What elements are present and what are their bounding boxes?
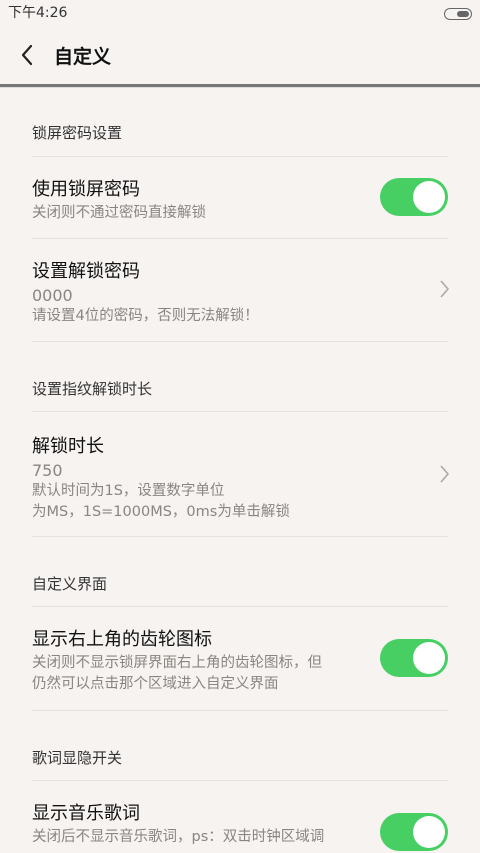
chevron-right-icon xyxy=(440,280,450,298)
chevron-right-icon xyxy=(440,465,450,483)
settings-list: 锁屏密码设置 使用锁屏密码 关闭则不通过密码直接解锁 设置解锁密码 0000 请… xyxy=(0,88,480,851)
row-unlock-duration[interactable]: 解锁时长 750 默认时间为1S，设置数字单位 为MS，1S=1000MS，0m… xyxy=(0,412,480,536)
toggle-knob xyxy=(413,816,445,848)
toggle-knob xyxy=(413,181,445,213)
row-set-unlock-password[interactable]: 设置解锁密码 0000 请设置4位的密码，否则无法解锁！ xyxy=(0,239,480,341)
row-subtitle-line2: 仍然可以点击那个区域进入自定义界面 xyxy=(32,676,279,692)
row-subtitle: 请设置4位的密码，否则无法解锁！ xyxy=(32,308,259,324)
battery-icon xyxy=(444,8,472,20)
status-time: 下午4:26 xyxy=(8,5,68,21)
gear-icon-toggle[interactable] xyxy=(380,639,448,677)
row-title: 解锁时长 xyxy=(32,436,104,457)
section-header-lock: 锁屏密码设置 xyxy=(32,124,123,142)
page-title: 自定义 xyxy=(54,45,112,68)
back-arrow-icon xyxy=(21,44,33,66)
status-bar: 下午4:26 xyxy=(0,0,480,26)
section-header-custom: 自定义界面 xyxy=(32,575,108,593)
use-lock-toggle[interactable] xyxy=(380,178,448,216)
row-show-lyrics[interactable]: 显示音乐歌词 关闭后不显示音乐歌词，ps：双击时钟区域调 xyxy=(0,781,480,851)
row-show-gear-icon[interactable]: 显示右上角的齿轮图标 关闭则不显示锁屏界面右上角的齿轮图标，但 仍然可以点击那个… xyxy=(0,607,480,710)
row-subtitle-line2: 为MS，1S=1000MS，0ms为单击解锁 xyxy=(32,504,290,520)
row-subtitle-line1: 默认时间为1S，设置数字单位 xyxy=(32,483,225,499)
row-value: 0000 xyxy=(32,286,73,305)
lyrics-toggle[interactable] xyxy=(380,813,448,851)
row-title: 设置解锁密码 xyxy=(32,261,140,282)
back-button[interactable] xyxy=(20,44,40,66)
title-bar: 自定义 xyxy=(0,26,480,84)
row-use-lock-password[interactable]: 使用锁屏密码 关闭则不通过密码直接解锁 xyxy=(0,157,480,238)
section-header-lyrics: 歌词显隐开关 xyxy=(32,749,123,767)
toggle-knob xyxy=(413,642,445,674)
section-header-fingerprint: 设置指纹解锁时长 xyxy=(32,380,153,398)
row-value: 750 xyxy=(32,461,63,480)
